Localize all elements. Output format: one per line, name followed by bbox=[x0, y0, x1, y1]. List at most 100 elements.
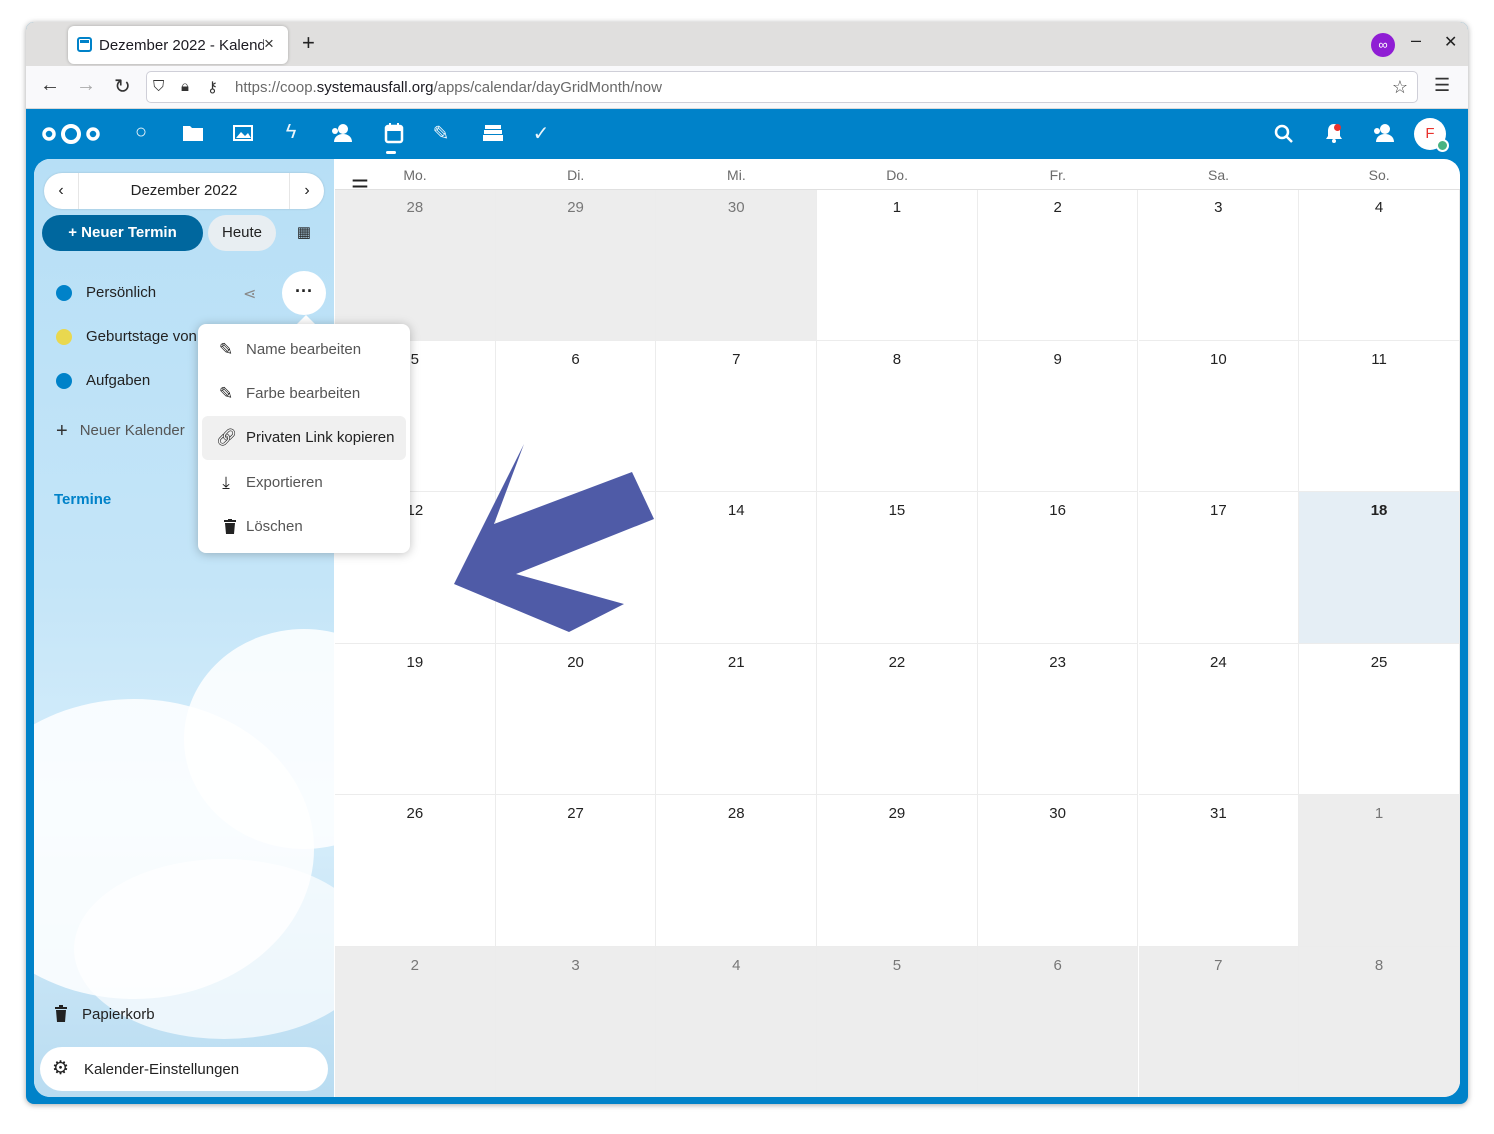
day-number[interactable]: 17 bbox=[1139, 502, 1299, 519]
browser-menu-icon[interactable]: ☰ bbox=[1434, 75, 1450, 96]
bookmark-star-icon[interactable]: ☆ bbox=[1392, 77, 1408, 98]
day-number[interactable]: 20 bbox=[496, 654, 656, 671]
calendar-color-dot[interactable] bbox=[56, 329, 72, 345]
calendar-actions-button[interactable]: ··· bbox=[282, 271, 326, 315]
new-calendar-button[interactable]: + Neuer Kalender bbox=[56, 418, 185, 442]
day-cell[interactable]: 8 bbox=[1299, 946, 1460, 1097]
notes-pencil-icon[interactable]: ✎ bbox=[426, 121, 456, 146]
search-icon[interactable] bbox=[1269, 123, 1299, 145]
day-number[interactable]: 21 bbox=[656, 654, 816, 671]
menu-item-export[interactable]: ⤓ Exportieren bbox=[202, 461, 406, 505]
day-number[interactable]: 9 bbox=[978, 351, 1138, 368]
day-number[interactable]: 4 bbox=[1299, 199, 1459, 216]
day-number[interactable]: 2 bbox=[335, 957, 495, 974]
day-cell[interactable]: 19 bbox=[335, 643, 496, 795]
contacts-menu-icon[interactable] bbox=[1368, 122, 1398, 144]
day-cell[interactable]: 28 bbox=[335, 189, 496, 341]
calendar-color-dot[interactable] bbox=[56, 373, 72, 389]
day-cell[interactable]: 23 bbox=[977, 643, 1139, 795]
day-number[interactable]: 1 bbox=[817, 199, 977, 216]
window-close-icon[interactable]: ✕ bbox=[1444, 32, 1457, 52]
day-number[interactable]: 28 bbox=[335, 199, 495, 216]
trash-button[interactable]: Papierkorb bbox=[54, 1005, 155, 1023]
key-icon[interactable]: ⚷ bbox=[207, 78, 218, 96]
day-number[interactable]: 7 bbox=[656, 351, 816, 368]
day-number[interactable]: 6 bbox=[496, 351, 656, 368]
contacts-icon[interactable] bbox=[326, 122, 356, 144]
menu-item-edit-color[interactable]: ✎ Farbe bearbeiten bbox=[202, 372, 406, 416]
day-cell[interactable]: 11 bbox=[1299, 340, 1460, 492]
new-tab-button[interactable]: + bbox=[302, 30, 315, 56]
new-event-button[interactable]: + Neuer Termin bbox=[42, 215, 203, 251]
day-number[interactable]: 10 bbox=[1139, 351, 1299, 368]
day-cell[interactable]: 18 bbox=[1299, 492, 1460, 644]
day-cell[interactable]: 27 bbox=[495, 795, 657, 947]
shield-icon[interactable]: ⛉ bbox=[153, 78, 164, 95]
photos-icon[interactable] bbox=[228, 123, 258, 143]
url-bar[interactable]: ⛉ 🔒︎ ⚷ https://coop.systemausfall.org/ap… bbox=[146, 71, 1418, 103]
day-number[interactable]: 30 bbox=[978, 805, 1138, 822]
events-section-heading[interactable]: Termine bbox=[54, 491, 111, 508]
day-number[interactable]: 28 bbox=[656, 805, 816, 822]
day-cell[interactable]: 10 bbox=[1138, 340, 1300, 492]
day-cell[interactable]: 15 bbox=[817, 492, 978, 644]
day-cell[interactable]: 24 bbox=[1138, 643, 1300, 795]
day-number[interactable]: 23 bbox=[978, 654, 1138, 671]
day-cell[interactable]: 1 bbox=[817, 189, 978, 341]
day-cell[interactable]: 2 bbox=[335, 946, 496, 1097]
day-number[interactable]: 30 bbox=[656, 199, 816, 216]
browser-tab[interactable]: Dezember 2022 - Kalender × bbox=[68, 26, 288, 64]
nextcloud-logo[interactable] bbox=[40, 122, 102, 146]
day-number[interactable]: 31 bbox=[1139, 805, 1299, 822]
menu-item-edit-name[interactable]: ✎ Name bearbeiten bbox=[202, 328, 406, 372]
day-cell[interactable]: 21 bbox=[656, 643, 818, 795]
day-cell[interactable]: 5 bbox=[817, 946, 978, 1097]
day-cell[interactable]: 30 bbox=[977, 795, 1139, 947]
close-tab-icon[interactable]: × bbox=[264, 34, 274, 54]
day-cell[interactable]: 20 bbox=[495, 643, 657, 795]
day-number[interactable]: 4 bbox=[656, 957, 816, 974]
day-number[interactable]: 1 bbox=[1299, 805, 1459, 822]
day-cell[interactable]: 3 bbox=[1138, 189, 1300, 341]
day-cell[interactable]: 8 bbox=[817, 340, 978, 492]
day-number[interactable]: 29 bbox=[817, 805, 977, 822]
day-number[interactable]: 2 bbox=[978, 199, 1138, 216]
files-icon[interactable] bbox=[178, 123, 208, 143]
share-icon[interactable]: ⋖ bbox=[243, 284, 256, 304]
day-cell[interactable]: 25 bbox=[1299, 643, 1460, 795]
day-cell[interactable]: 31 bbox=[1138, 795, 1300, 947]
day-cell[interactable]: 7 bbox=[656, 340, 818, 492]
minimize-icon[interactable]: – bbox=[1411, 30, 1421, 51]
day-number[interactable]: 27 bbox=[496, 805, 656, 822]
day-cell[interactable]: 6 bbox=[977, 946, 1139, 1097]
menu-item-delete[interactable]: Löschen bbox=[202, 505, 406, 549]
previous-month-button[interactable]: ‹ bbox=[44, 173, 79, 209]
day-cell[interactable]: 1 bbox=[1299, 795, 1460, 947]
day-number[interactable]: 19 bbox=[335, 654, 495, 671]
deck-icon[interactable] bbox=[478, 123, 508, 143]
day-cell[interactable]: 29 bbox=[817, 795, 978, 947]
reload-icon[interactable]: ↻ bbox=[114, 74, 131, 99]
day-number[interactable]: 11 bbox=[1299, 351, 1459, 368]
day-number[interactable]: 24 bbox=[1139, 654, 1299, 671]
day-number[interactable]: 5 bbox=[817, 957, 977, 974]
tasks-check-icon[interactable]: ✓ bbox=[526, 121, 556, 146]
url-text[interactable]: https://coop.systemausfall.org/apps/cale… bbox=[235, 79, 662, 96]
dashboard-icon[interactable]: ○ bbox=[126, 121, 156, 144]
day-number[interactable]: 22 bbox=[817, 654, 977, 671]
day-number[interactable]: 7 bbox=[1139, 957, 1299, 974]
day-cell[interactable]: 29 bbox=[495, 189, 657, 341]
day-number[interactable]: 3 bbox=[496, 957, 656, 974]
day-cell[interactable]: 28 bbox=[656, 795, 818, 947]
calendar-color-dot[interactable] bbox=[56, 285, 72, 301]
day-cell[interactable]: 2 bbox=[977, 189, 1139, 341]
day-number[interactable]: 15 bbox=[817, 502, 977, 519]
day-cell[interactable]: 9 bbox=[977, 340, 1139, 492]
view-grid-icon[interactable]: ▦ bbox=[286, 215, 322, 251]
day-number[interactable]: 16 bbox=[978, 502, 1138, 519]
day-cell[interactable]: 22 bbox=[817, 643, 978, 795]
day-number[interactable]: 6 bbox=[978, 957, 1138, 974]
day-cell[interactable]: 4 bbox=[656, 946, 818, 1097]
day-cell[interactable]: 16 bbox=[977, 492, 1139, 644]
day-cell[interactable]: 3 bbox=[495, 946, 657, 1097]
